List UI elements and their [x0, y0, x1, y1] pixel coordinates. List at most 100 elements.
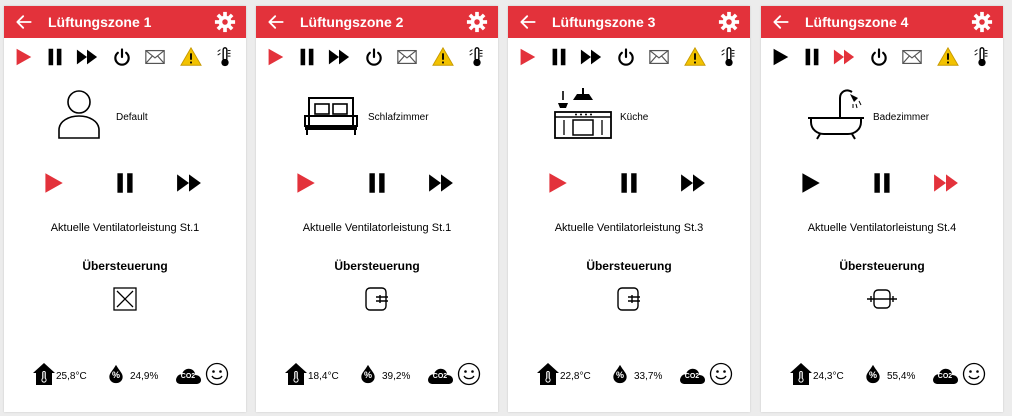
smiley-icon	[962, 362, 986, 386]
co2-label: CO2	[684, 373, 700, 380]
gear-icon[interactable]	[971, 11, 993, 33]
power-icon[interactable]	[112, 47, 132, 67]
play-button[interactable]	[40, 170, 66, 196]
smiley-icon	[205, 362, 229, 386]
zone-title: Lüftungszone 2	[300, 14, 404, 30]
back-arrow-icon[interactable]	[518, 12, 538, 32]
co2-cloud-icon: CO2	[931, 366, 959, 386]
fast-forward-button[interactable]	[176, 170, 202, 196]
house-thermometer-icon	[32, 362, 56, 386]
pause-icon[interactable]	[548, 46, 570, 68]
smiley-icon	[457, 362, 481, 386]
room-name: Badezimmer	[873, 112, 930, 123]
fan-in-icon[interactable]	[614, 284, 644, 314]
title-bar: Lüftungszone 2	[256, 6, 498, 38]
fast-forward-button[interactable]	[933, 170, 959, 196]
co2-label: CO2	[180, 373, 196, 380]
humidity-drop-icon: %	[358, 362, 378, 386]
back-arrow-icon[interactable]	[771, 12, 791, 32]
override-heading: Übersteuerung	[334, 259, 420, 273]
play-icon[interactable]	[12, 46, 34, 68]
fast-forward-icon[interactable]	[580, 46, 602, 68]
fan-status: Aktuelle Ventilatorleistung St.1	[50, 222, 200, 234]
play-button[interactable]	[797, 170, 823, 196]
override-heading: Übersteuerung	[82, 259, 168, 273]
play-icon[interactable]	[516, 46, 538, 68]
play-button[interactable]	[292, 170, 318, 196]
play-icon[interactable]	[769, 46, 791, 68]
co2-cloud-icon: CO2	[678, 366, 706, 386]
warning-icon[interactable]	[180, 46, 202, 68]
disabled-icon[interactable]	[110, 284, 140, 314]
temperature-value: 24,3°C	[813, 371, 844, 382]
zone-title: Lüftungszone 4	[805, 14, 909, 30]
back-arrow-icon[interactable]	[14, 12, 34, 32]
play-icon[interactable]	[264, 46, 286, 68]
fan-in-icon[interactable]	[362, 284, 392, 314]
thermometer-icon[interactable]	[718, 46, 740, 68]
fast-forward-icon[interactable]	[76, 46, 98, 68]
mail-icon[interactable]	[648, 46, 670, 68]
humidity-percent-label: %	[111, 370, 120, 380]
mail-icon[interactable]	[144, 46, 166, 68]
temperature-value: 25,8°C	[56, 371, 87, 382]
power-icon[interactable]	[869, 47, 889, 67]
room-name: Schlafzimmer	[368, 112, 429, 123]
fan-status: Aktuelle Ventilatorleistung St.4	[807, 222, 957, 234]
override-heading: Übersteuerung	[586, 259, 672, 273]
warning-icon[interactable]	[937, 46, 959, 68]
title-bar: Lüftungszone 3	[508, 6, 750, 38]
gear-icon[interactable]	[466, 11, 488, 33]
smiley-icon	[709, 362, 733, 386]
warning-icon[interactable]	[432, 46, 454, 68]
humidity-percent-label: %	[363, 370, 372, 380]
pause-icon[interactable]	[44, 46, 66, 68]
gear-icon[interactable]	[214, 11, 236, 33]
title-bar: Lüftungszone 1	[4, 6, 246, 38]
thermometer-icon[interactable]	[214, 46, 236, 68]
warning-icon[interactable]	[684, 46, 706, 68]
toolbar	[761, 46, 1003, 70]
house-thermometer-icon	[284, 362, 308, 386]
co2-label: CO2	[432, 373, 448, 380]
power-icon[interactable]	[616, 47, 636, 67]
pause-button[interactable]	[869, 170, 895, 196]
thermometer-icon[interactable]	[971, 46, 993, 68]
fast-forward-button[interactable]	[680, 170, 706, 196]
mail-icon[interactable]	[901, 46, 923, 68]
thermometer-icon[interactable]	[466, 46, 488, 68]
pause-button[interactable]	[364, 170, 390, 196]
humidity-value: 24,9%	[130, 371, 159, 382]
zone-panel-4: Lüftungszone 4 Badezimmer Aktuelle Venti…	[761, 6, 1003, 412]
mail-icon[interactable]	[396, 46, 418, 68]
pause-icon[interactable]	[296, 46, 318, 68]
room-name: Default	[116, 112, 148, 123]
zone-panel-3: Lüftungszone 3 Küche Aktuelle Ventilator…	[508, 6, 750, 412]
power-icon[interactable]	[364, 47, 384, 67]
room-name: Küche	[620, 112, 649, 123]
pause-button[interactable]	[112, 170, 138, 196]
humidity-percent-label: %	[615, 370, 624, 380]
zone-title: Lüftungszone 1	[48, 14, 152, 30]
zone-panel-2: Lüftungszone 2 Schlafzimmer Aktuelle Ven…	[256, 6, 498, 412]
back-arrow-icon[interactable]	[266, 12, 286, 32]
fast-forward-icon[interactable]	[328, 46, 350, 68]
title-bar: Lüftungszone 4	[761, 6, 1003, 38]
zone-panel-1: Lüftungszone 1 Default Aktuelle Ventilat…	[4, 6, 246, 412]
gear-icon[interactable]	[718, 11, 740, 33]
humidity-value: 39,2%	[382, 371, 411, 382]
fast-forward-icon[interactable]	[833, 46, 855, 68]
play-button[interactable]	[544, 170, 570, 196]
co2-cloud-icon: CO2	[174, 366, 202, 386]
fast-forward-button[interactable]	[428, 170, 454, 196]
house-thermometer-icon	[536, 362, 560, 386]
humidity-value: 33,7%	[634, 371, 663, 382]
pause-icon[interactable]	[801, 46, 823, 68]
humidity-percent-label: %	[868, 370, 877, 380]
humidity-drop-icon: %	[106, 362, 126, 386]
co2-cloud-icon: CO2	[426, 366, 454, 386]
pause-button[interactable]	[616, 170, 642, 196]
fan-through-icon[interactable]	[867, 284, 897, 314]
override-heading: Übersteuerung	[839, 259, 925, 273]
bathtub-icon	[806, 88, 866, 140]
